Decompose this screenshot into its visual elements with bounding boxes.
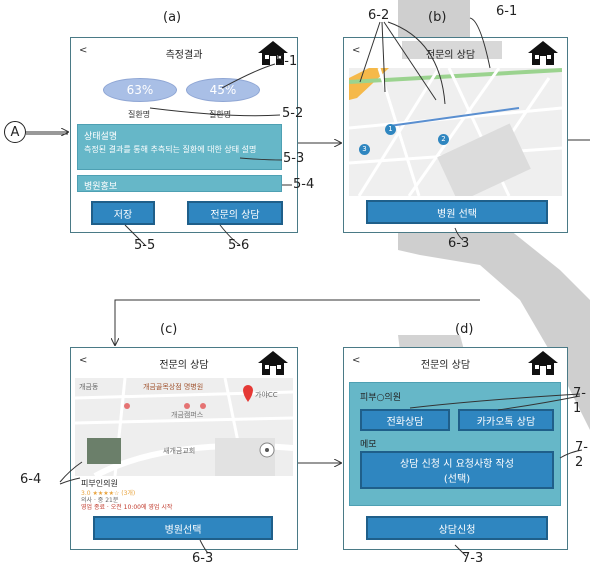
callout-5-4: 5-4 <box>293 177 315 192</box>
callout-5-2: 5-2 <box>282 106 304 121</box>
callout-6-4: 6-4 <box>20 472 42 487</box>
callout-7-1: 7-1 <box>573 386 586 416</box>
callout-6-2: 6-2 <box>368 8 390 23</box>
callout-5-6: 5-6 <box>228 238 250 253</box>
callout-5-3: 5-3 <box>283 151 305 166</box>
callout-7-2: 7-2 <box>575 440 588 470</box>
callout-6-1: 6-1 <box>496 4 518 19</box>
callout-6-3-top: 6-3 <box>448 236 470 251</box>
callout-6-3-bottom: 6-3 <box>192 551 214 566</box>
callout-5-5: 5-5 <box>134 238 156 253</box>
callout-7-3: 7-3 <box>462 551 484 566</box>
callout-5-1: 5-1 <box>276 54 298 69</box>
connector-lines <box>26 17 590 557</box>
